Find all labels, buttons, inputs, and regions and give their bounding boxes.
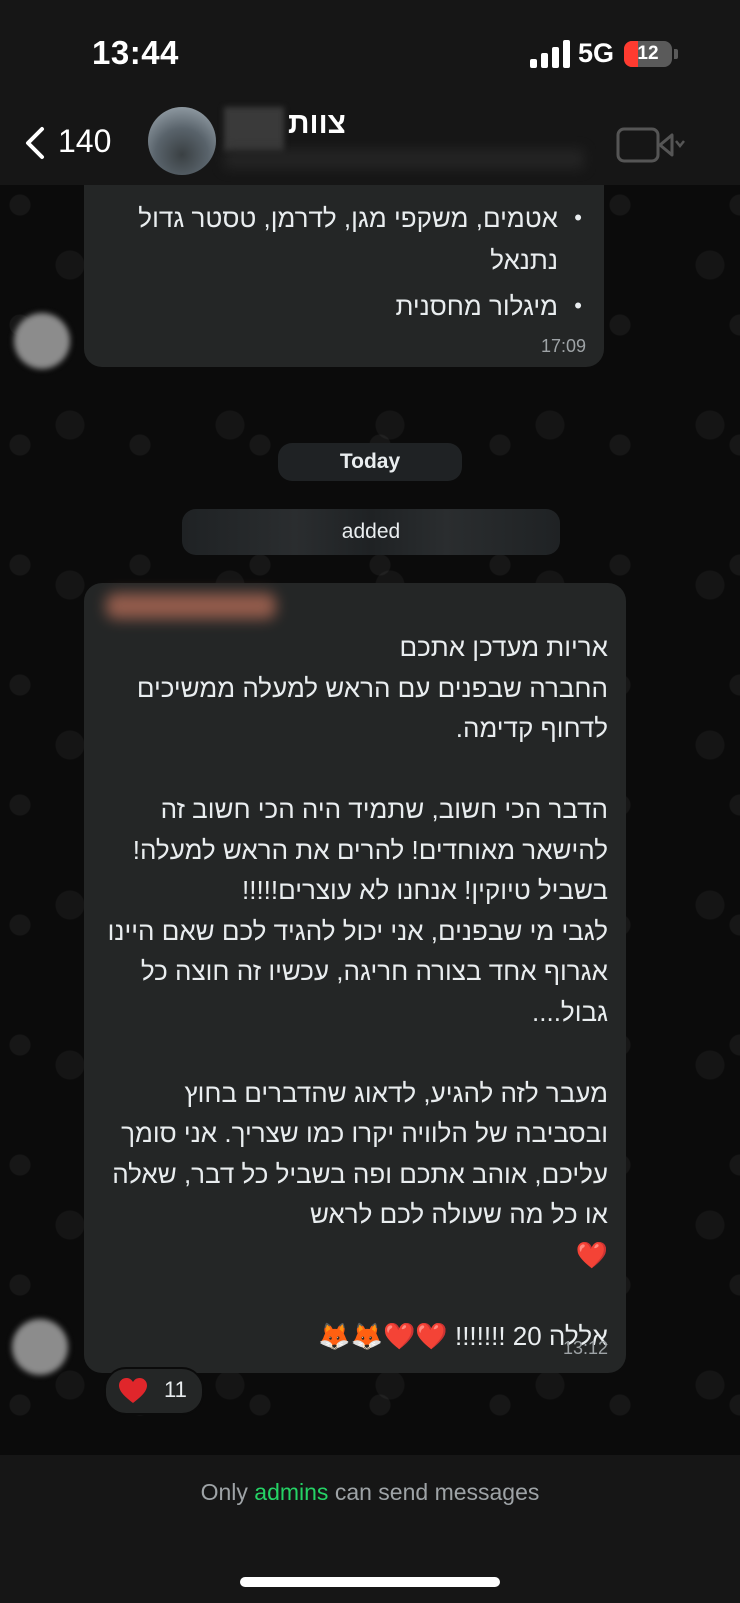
battery-icon: 12 bbox=[624, 41, 672, 67]
notice-prefix: Only bbox=[200, 1479, 248, 1505]
battery-level: 12 bbox=[637, 43, 659, 64]
sender-avatar[interactable] bbox=[14, 313, 70, 369]
signal-icon bbox=[530, 40, 570, 68]
bullet-list: אטמים, משקפי מגן, לדרמן, טסטר גדול נתנאל… bbox=[102, 195, 582, 329]
network-type: 5G bbox=[578, 38, 615, 68]
message-bubble-main[interactable]: אריות מעדכן אתכם החברה שבפנים עם הראש למ… bbox=[84, 583, 626, 1373]
chat-area[interactable]: אטמים, משקפי מגן, לדרמן, טסטר גדול נתנאל… bbox=[0, 185, 740, 1455]
system-message: added bbox=[182, 509, 560, 555]
reaction-count: 11 bbox=[164, 1377, 187, 1402]
composer-area: Only admins can send messages bbox=[0, 1455, 740, 1603]
sender-name-redacted[interactable] bbox=[106, 593, 276, 619]
title-redacted bbox=[224, 107, 284, 151]
reaction-badge[interactable]: 11 bbox=[104, 1367, 204, 1415]
chat-header: 140 צוות bbox=[0, 105, 740, 185]
group-title[interactable]: צוות bbox=[288, 107, 346, 141]
video-call-icon[interactable] bbox=[616, 125, 688, 165]
admins-only-notice: Only admins can send messages bbox=[0, 1479, 740, 1506]
back-chevron-icon[interactable] bbox=[18, 123, 58, 163]
sender-avatar[interactable] bbox=[12, 1319, 68, 1375]
back-unread-count[interactable]: 140 bbox=[58, 123, 111, 160]
group-avatar[interactable] bbox=[148, 107, 216, 175]
battery-tip bbox=[674, 49, 678, 59]
message-time: 13:12 bbox=[562, 1338, 608, 1358]
group-subtitle-redacted bbox=[224, 149, 584, 169]
notice-suffix: can send messages bbox=[334, 1479, 540, 1505]
message-text: אריות מעדכן אתכם החברה שבפנים עם הראש למ… bbox=[107, 632, 608, 1351]
message-bubble-previous[interactable]: אטמים, משקפי מגן, לדרמן, טסטר גדול נתנאל… bbox=[84, 185, 604, 367]
status-time: 13:44 bbox=[92, 34, 179, 71]
home-indicator[interactable] bbox=[240, 1577, 500, 1587]
heart-icon bbox=[119, 1378, 147, 1403]
bullet-item-continuation: נתנאל bbox=[490, 245, 558, 275]
date-separator: Today bbox=[278, 443, 462, 481]
bullet-item: מיגלור מחסנית bbox=[102, 283, 582, 329]
bullet-item: אטמים, משקפי מגן, לדרמן, טסטר גדול bbox=[102, 195, 582, 241]
status-bar: 13:44 5G 12 bbox=[0, 0, 740, 105]
message-time: 17:09 bbox=[540, 336, 586, 356]
admins-link[interactable]: admins bbox=[254, 1479, 328, 1505]
